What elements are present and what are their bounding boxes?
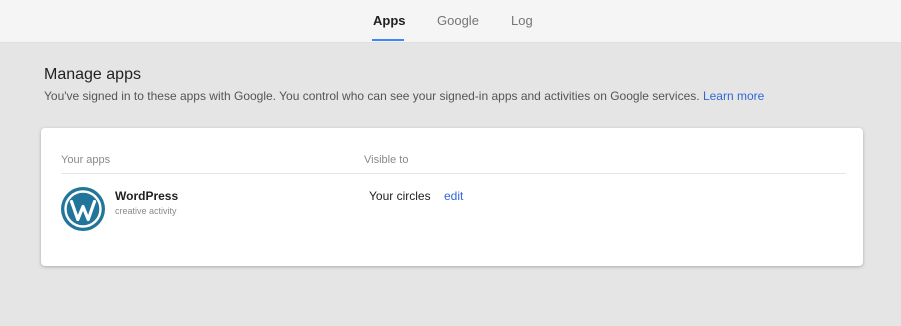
column-header-your-apps: Your apps	[61, 154, 111, 166]
tab-log[interactable]: Log	[511, 13, 533, 29]
tab-apps[interactable]: Apps	[373, 13, 406, 29]
wordpress-logo-icon	[61, 187, 105, 231]
learn-more-link[interactable]: Learn more	[703, 89, 764, 103]
app-name: WordPress	[115, 189, 179, 203]
top-nav-bar: Apps Google Log	[0, 0, 901, 43]
apps-card: Your apps Visible to WordPress creative …	[41, 128, 863, 266]
column-header-visible-to: Visible to	[364, 154, 409, 166]
page-title: Manage apps	[44, 66, 141, 83]
page-description: You've signed in to these apps with Goog…	[44, 88, 764, 104]
app-subtitle: creative activity	[115, 206, 177, 216]
visibility-value: Your circles	[369, 189, 431, 203]
description-text: You've signed in to these apps with Goog…	[44, 89, 700, 103]
active-tab-indicator	[372, 39, 404, 41]
tab-google[interactable]: Google	[437, 13, 479, 29]
edit-visibility-link[interactable]: edit	[444, 189, 463, 203]
header-divider	[61, 173, 846, 174]
